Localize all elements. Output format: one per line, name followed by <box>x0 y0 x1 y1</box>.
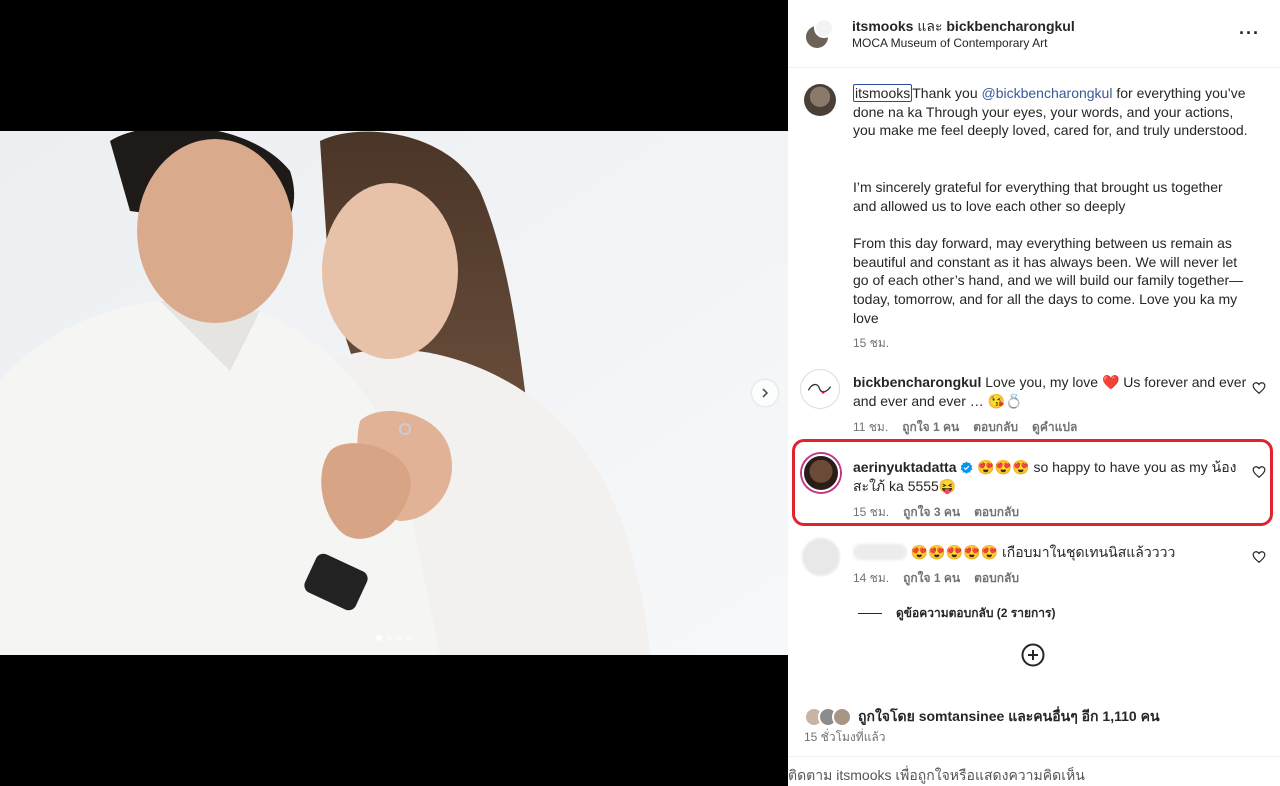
avatar <box>814 18 834 38</box>
comment-meta: 11 ชม. ถูกใจ 1 คน ตอบกลับ ดูคำแปล <box>853 418 1077 437</box>
comment-likes[interactable]: ถูกใจ 1 คน <box>902 418 959 437</box>
comment-username[interactable]: aerinyuktadatta <box>853 459 956 475</box>
avatar[interactable] <box>804 84 836 116</box>
liker-username[interactable]: somtansinee <box>919 708 1005 724</box>
comment-meta: 14 ชม. ถูกใจ 1 คน ตอบกลับ <box>853 569 1019 588</box>
caption-text: itsmooks Thank you @bickbencharongkul for… <box>853 84 1249 140</box>
comment-text: aerinyuktadatta 😍😍😍 so happy to have you… <box>853 458 1249 495</box>
reply-button[interactable]: ตอบกลับ <box>974 569 1019 588</box>
likes-count: 1,110 <box>1102 708 1137 724</box>
caption-meta: 15 ชม. <box>853 334 889 353</box>
next-image-button[interactable] <box>752 380 778 406</box>
add-circle-icon[interactable] <box>1021 643 1045 667</box>
next-arrow-icon <box>762 388 769 398</box>
verified-icon <box>961 461 973 474</box>
avatar[interactable] <box>800 369 840 409</box>
likes-text: ถูกใจโดย somtansinee และคนอื่นๆ อีก 1,11… <box>858 706 1160 728</box>
carousel-dot <box>406 635 412 641</box>
post-panel: itsmooks และ bickbencharongkul MOCA Muse… <box>788 0 1280 786</box>
location-link[interactable]: MOCA Museum of Contemporary Art <box>852 36 1047 50</box>
view-replies-button[interactable]: ดูข้อความตอบกลับ (2 รายการ) <box>858 604 1055 623</box>
comment-text: 😍😍😍😍😍 เกือบมาในชุดเทนนิสแล้วววว <box>853 543 1249 562</box>
comment-meta: 15 ชม. ถูกใจ 3 คน ตอบกลับ <box>853 503 1019 522</box>
post-header: itsmooks และ bickbencharongkul MOCA Muse… <box>788 0 1280 68</box>
signature-logo <box>807 383 832 394</box>
carousel-dot <box>386 635 392 641</box>
carousel-dot <box>396 635 402 641</box>
avatar[interactable] <box>802 538 840 576</box>
carousel-indicator <box>376 635 412 641</box>
mention-link[interactable]: @bickbencharongkul <box>982 85 1113 101</box>
post-photo <box>0 131 788 655</box>
post-time[interactable]: 15 ชั่วโมงที่แล้ว <box>804 728 886 747</box>
reply-button[interactable]: ตอบกลับ <box>974 503 1019 522</box>
more-icon[interactable]: ··· <box>1239 24 1260 42</box>
caption-time: 15 ชม. <box>853 336 890 350</box>
heart-icon[interactable] <box>1252 550 1266 564</box>
coauthor-link[interactable]: bickbencharongkul <box>946 18 1074 34</box>
comment-text: bickbencharongkul Love you, my love ❤️ U… <box>853 373 1249 410</box>
post-media <box>0 0 788 786</box>
comment-time: 11 ชม. <box>853 420 889 434</box>
likes-suffix: และคนอื่นๆ อีก <box>1008 708 1099 724</box>
caption-paragraph: From this day forward, may everything be… <box>853 235 1244 326</box>
carousel-dot <box>376 635 382 641</box>
caption-paragraph: I’m sincerely grateful for everything th… <box>853 179 1223 214</box>
likes-prefix: ถูกใจโดย <box>858 708 915 724</box>
author-link[interactable]: itsmooks <box>852 18 913 34</box>
heart-icon[interactable] <box>1252 381 1266 395</box>
and-word: และ <box>917 18 943 34</box>
reply-button[interactable]: ตอบกลับ <box>973 418 1018 437</box>
comment-username[interactable]: bickbencharongkul <box>853 374 981 390</box>
likes-unit: คน <box>1140 708 1160 724</box>
heart-icon[interactable] <box>1252 465 1266 479</box>
comment-likes[interactable]: ถูกใจ 3 คน <box>903 503 960 522</box>
translate-button[interactable]: ดูคำแปล <box>1032 418 1077 437</box>
divider <box>858 613 882 614</box>
caption-username[interactable]: itsmooks <box>853 84 913 102</box>
post-authors: itsmooks และ bickbencharongkul <box>852 16 1075 38</box>
caption-segment: Thank you <box>912 85 982 101</box>
author-avatars[interactable] <box>804 18 834 52</box>
liker-avatars <box>804 707 854 727</box>
comment-time: 15 ชม. <box>853 505 890 519</box>
avatar[interactable] <box>802 454 840 492</box>
blurred-username <box>853 544 907 560</box>
likes-summary[interactable]: ถูกใจโดย somtansinee และคนอื่นๆ อีก 1,11… <box>804 706 1160 728</box>
view-replies-label: ดูข้อความตอบกลับ (2 รายการ) <box>896 606 1056 620</box>
comment-time: 14 ชม. <box>853 571 890 585</box>
avatar <box>832 707 852 727</box>
comment-body: 😍😍😍😍😍 เกือบมาในชุดเทนนิสแล้วววว <box>910 544 1176 560</box>
comment-likes[interactable]: ถูกใจ 1 คน <box>903 569 960 588</box>
login-prompt: ติดตาม itsmooks เพื่อถูกใจหรือแสดงความคิ… <box>788 756 1280 786</box>
